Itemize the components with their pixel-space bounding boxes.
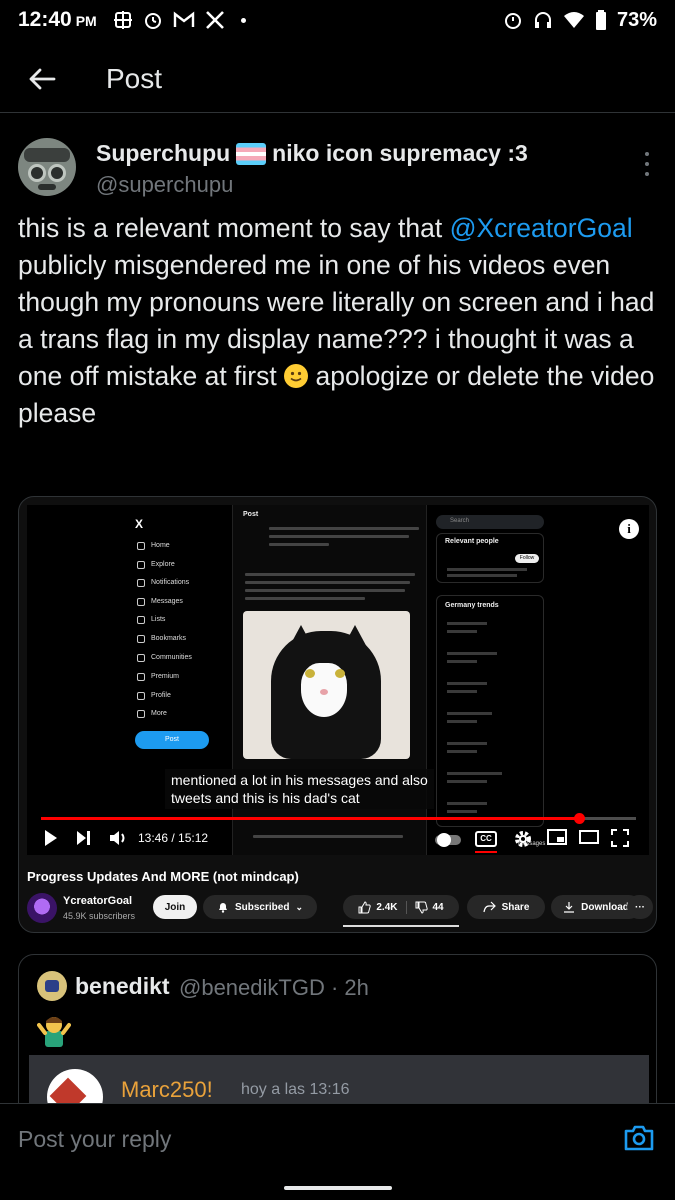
like-button[interactable]: 2.4K: [358, 900, 407, 914]
quoted-display-name[interactable]: benedikt: [75, 973, 170, 1000]
reply-bar: Post your reply: [0, 1103, 675, 1173]
like-dislike-group: 2.4K 44: [343, 895, 459, 919]
video-time: 13:46 / 15:12: [138, 831, 209, 845]
embedded-username: Marc250!: [121, 1077, 213, 1102]
gmail-icon: [173, 11, 194, 27]
chevron-down-icon: ⌄: [295, 901, 303, 912]
theater-mode-icon[interactable]: [579, 829, 599, 845]
share-button[interactable]: Share: [467, 895, 545, 919]
bell-icon: [218, 903, 227, 913]
system-icons: 73%: [503, 9, 657, 32]
dot-icon: [240, 17, 246, 23]
page-title: Post: [106, 63, 163, 94]
channel-avatar[interactable]: [27, 893, 57, 923]
next-icon[interactable]: [75, 829, 93, 847]
video-title[interactable]: Progress Updates And MORE (not mindcap): [27, 869, 299, 884]
embedded-timestamp: hoy a las 13:16: [241, 1081, 350, 1098]
fullscreen-icon[interactable]: [611, 829, 629, 847]
miniplayer-icon[interactable]: [547, 829, 567, 845]
post-text: this is a relevant moment to say that @X…: [18, 213, 655, 428]
top-bar: Post: [0, 48, 675, 110]
share-arrow-icon: [483, 901, 496, 913]
progress-fill: [41, 817, 580, 820]
headset-icon: [534, 12, 551, 28]
x-icon: [205, 11, 224, 29]
notification-icons: [113, 10, 246, 30]
mention-link[interactable]: @XcreatorGoal: [450, 213, 633, 243]
autoplay-toggle[interactable]: [435, 833, 461, 847]
video-controls: 13:46 / 15:12 CC: [27, 825, 649, 855]
more-options-icon[interactable]: [643, 152, 651, 176]
display-name[interactable]: Superchupu niko icon supremacy :3: [96, 140, 528, 167]
quoted-avatar[interactable]: [37, 971, 67, 1001]
alarm-icon: [144, 13, 161, 29]
user-handle[interactable]: @superchupu: [96, 172, 233, 198]
captions-button[interactable]: CC: [475, 831, 497, 847]
embedded-right-column: Search Relevant people Follow Germany tr…: [432, 505, 649, 855]
trans-flag-icon: [236, 142, 267, 165]
home-indicator[interactable]: [284, 1186, 392, 1190]
info-icon[interactable]: i: [619, 519, 639, 539]
arrow-left-icon: [29, 68, 56, 90]
dislike-button[interactable]: 44: [407, 901, 444, 914]
camera-icon[interactable]: [623, 1124, 655, 1152]
post-author: Superchupu niko icon supremacy :3 @super…: [0, 128, 675, 204]
download-icon: [564, 902, 575, 913]
status-time: 12:40 PM: [18, 8, 97, 31]
channel-name[interactable]: YcreatorGoal: [63, 895, 132, 907]
cat-photo: [243, 611, 410, 759]
back-button[interactable]: [22, 59, 62, 99]
more-actions-icon[interactable]: ···: [627, 895, 653, 919]
battery-percent: 73%: [616, 8, 657, 31]
captions-active-indicator: [475, 851, 497, 853]
video-progress-bar[interactable]: [41, 813, 636, 824]
slightly-smiling-face-icon: [284, 364, 309, 388]
video-subtitles: mentioned a lot in his messages and also…: [165, 769, 434, 809]
volume-icon[interactable]: [109, 829, 129, 847]
video-player[interactable]: X Home Explore Notifications Messages Li…: [27, 505, 649, 855]
avatar[interactable]: [18, 138, 76, 196]
reply-input[interactable]: Post your reply: [18, 1126, 171, 1153]
x-logo-icon: X: [135, 517, 144, 531]
thumbs-down-icon: [415, 901, 428, 914]
alarm-icon: [504, 13, 521, 29]
post: Superchupu niko icon supremacy :3 @super…: [0, 128, 675, 428]
subscriber-count: 45.9K subscribers: [63, 911, 136, 921]
battery-icon: [595, 10, 606, 30]
header-divider: [0, 112, 675, 113]
settings-gear-icon[interactable]: [513, 829, 533, 849]
person-shrugging-icon: [37, 1017, 71, 1047]
video-meta-row: YcreatorGoal 45.9K subscribers Join Subs…: [27, 891, 653, 927]
wifi-icon: [563, 12, 584, 28]
grid-icon: [113, 11, 132, 29]
subscribed-button[interactable]: Subscribed ⌄: [203, 895, 317, 919]
embedded-search: Search: [436, 515, 544, 529]
media-card[interactable]: X Home Explore Notifications Messages Li…: [18, 496, 657, 933]
join-button[interactable]: Join: [153, 895, 197, 919]
embedded-post-button: Post: [135, 731, 209, 749]
like-group-underline: [343, 925, 459, 927]
quoted-handle-time: @benedikTGD · 2h: [179, 975, 369, 1000]
status-bar: 12:40 PM 73%: [0, 0, 675, 40]
play-icon[interactable]: [43, 829, 59, 847]
thumbs-up-icon: [358, 900, 372, 913]
